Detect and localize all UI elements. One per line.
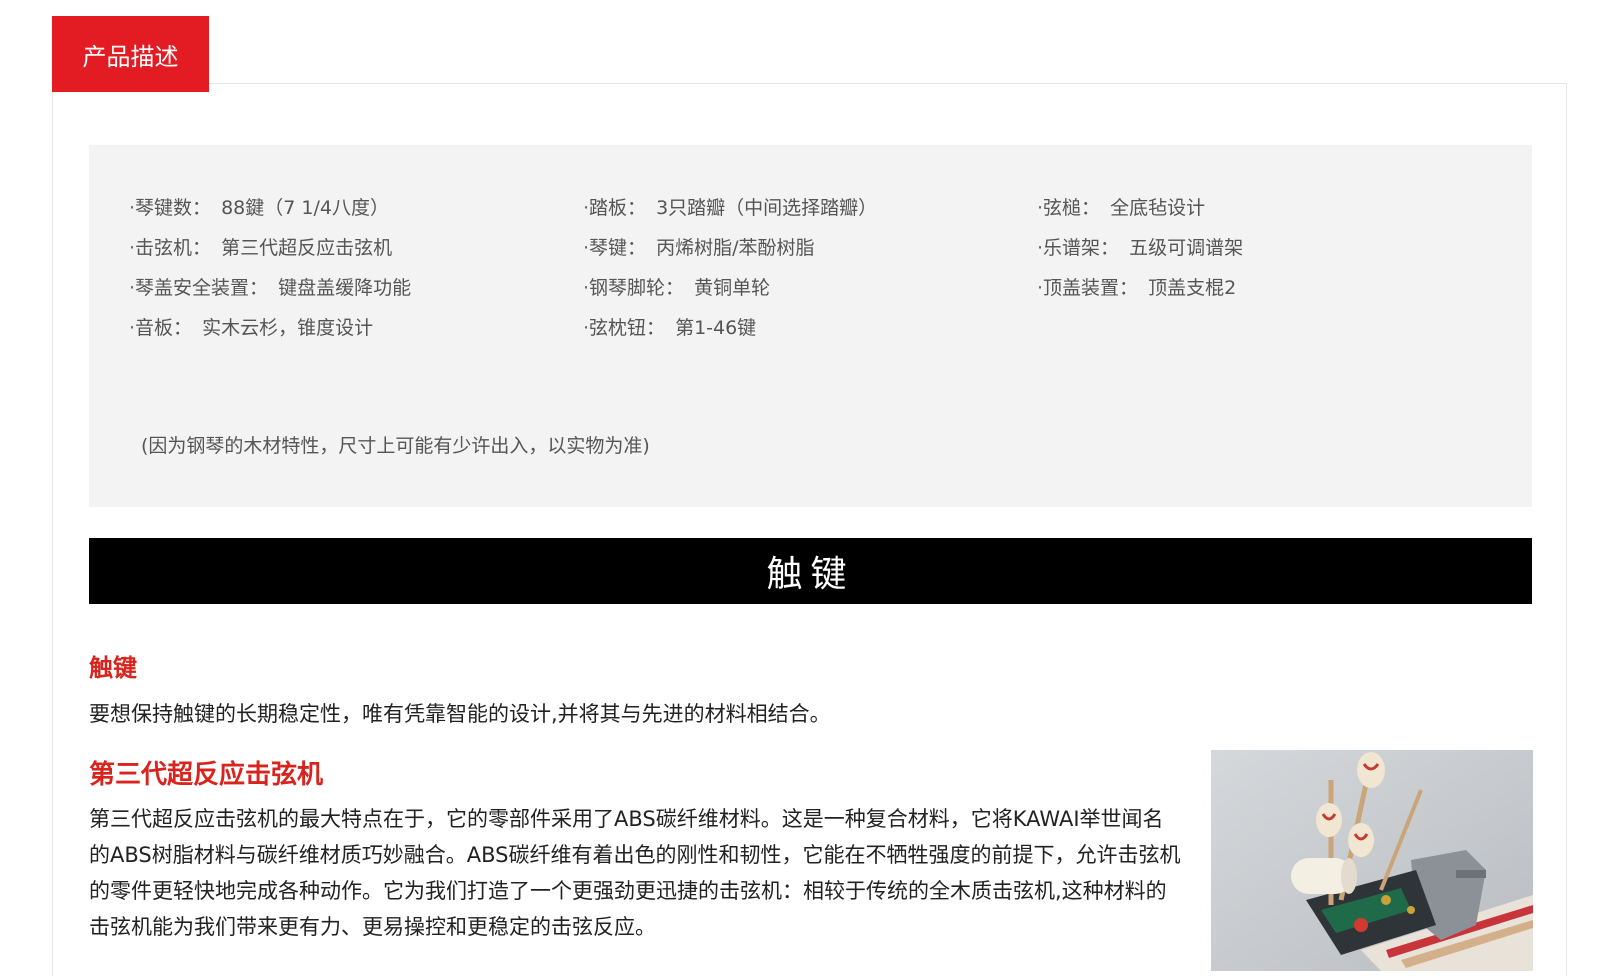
spec-item: ·弦槌： 全底毡设计 [1037,197,1206,219]
spec-item: ·乐谱架： 五级可调谱架 [1037,237,1244,259]
product-page: 产品描述 ·琴键数： 88鍵（7 1/4八度） ·击弦机： 第三代超反应击弦机 ·琴… [0,0,1601,976]
section-text-action: 第三代超反应击弦机的最大特点在于，它的零部件采用了ABS碳纤维材料。这是一种复合… [89,807,1181,939]
spec-column-2: ·踏板： 3只踏瓣（中间选择踏瓣） ·琴键： 丙烯树脂/苯酚树脂 ·钢琴脚轮： 黄铜单… [583,193,877,353]
spec-item: ·音板： 实木云杉，锥度设计 [129,317,374,339]
section-banner: 触键 [89,538,1532,604]
spec-item: ·琴盖安全装置： 键盘盖缓降功能 [129,277,412,299]
tab-product-description[interactable]: 产品描述 [52,16,209,92]
spec-box: ·琴键数： 88鍵（7 1/4八度） ·击弦机： 第三代超反应击弦机 ·琴盖安全装置… [89,145,1532,507]
spec-item: ·钢琴脚轮： 黄铜单轮 [583,277,771,299]
spec-item: ·顶盖装置： 顶盖支棍2 [1037,277,1237,299]
size-disclaimer-note: (因为钢琴的木材特性，尺寸上可能有少许出入，以实物为准) [141,435,650,457]
section-heading-action: 第三代超反应击弦机 [89,760,324,790]
spec-item: ·击弦机： 第三代超反应击弦机 [129,237,393,259]
piano-action-photo [1211,750,1533,971]
spec-column-3: ·弦槌： 全底毡设计 ·乐谱架： 五级可调谱架 ·顶盖装置： 顶盖支棍2 [1037,193,1243,313]
spec-item: ·踏板： 3只踏瓣（中间选择踏瓣） [583,197,878,219]
spec-item: ·弦枕钮： 第1-46键 [583,317,757,339]
piano-action-hammer-icon [1211,750,1533,971]
spec-column-1: ·琴键数： 88鍵（7 1/4八度） ·击弦机： 第三代超反应击弦机 ·琴盖安全装置… [129,193,411,353]
section-text-touch: 要想保持触键的长期稳定性，唯有凭靠智能的设计,并将其与先进的材料相结合。 [89,702,831,726]
section-heading-touch: 触键 [89,654,137,682]
spec-item: ·琴键： 丙烯树脂/苯酚树脂 [583,237,815,259]
spec-item: ·琴键数： 88鍵（7 1/4八度） [129,197,389,219]
